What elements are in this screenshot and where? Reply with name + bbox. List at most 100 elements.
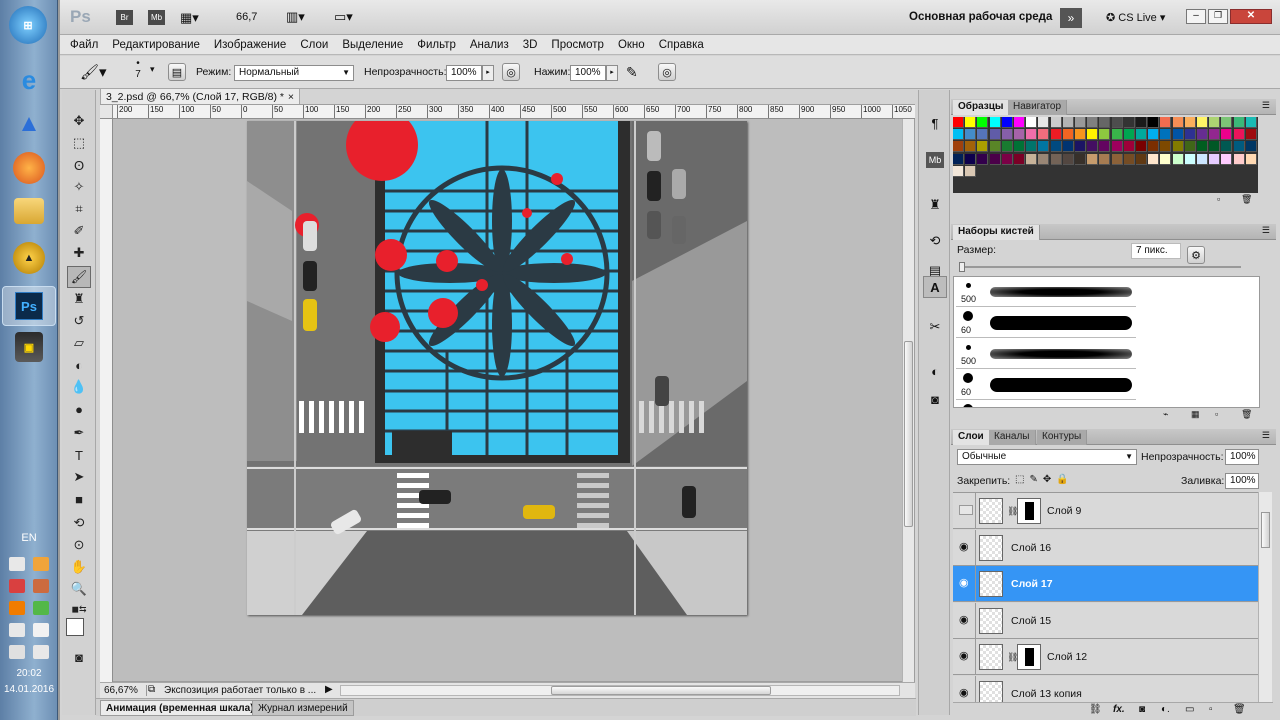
workspace-switcher[interactable]: Основная рабочая среда <box>909 11 1052 23</box>
history-brush-tool-icon[interactable]: ↺ <box>67 310 91 332</box>
color-swatch[interactable] <box>1197 129 1208 141</box>
minibridge-panel-icon[interactable]: Mb <box>926 152 944 168</box>
brush-picker-arrow-icon[interactable]: ▾ <box>150 64 155 75</box>
delete-layer-icon[interactable]: 🗑 <box>1233 704 1246 715</box>
tray-device-icon[interactable] <box>9 623 25 637</box>
menu-analysis[interactable]: Анализ <box>470 39 509 51</box>
flow-input[interactable]: 100% <box>570 65 606 81</box>
character-panel-icon[interactable]: A <box>923 276 947 298</box>
eye-icon[interactable]: ◉ <box>959 687 973 698</box>
brush-size-slider[interactable] <box>959 262 1241 272</box>
eye-icon[interactable]: ◉ <box>959 578 973 589</box>
color-swatch[interactable] <box>1245 129 1257 141</box>
shape-tool-icon[interactable]: ■ <box>67 488 91 510</box>
clone-stamp-tool-icon[interactable]: ♜ <box>67 288 91 310</box>
tab-swatches[interactable]: Образцы <box>953 100 1010 115</box>
layer-thumbnail[interactable] <box>979 571 1003 597</box>
color-swatch[interactable] <box>989 129 1001 141</box>
layer-thumbnail[interactable] <box>979 607 1003 634</box>
background-color-swatch[interactable] <box>66 618 84 636</box>
quick-selection-tool-icon[interactable]: ✧ <box>67 176 91 198</box>
brush-reset-icon[interactable]: ⚙ <box>1187 246 1205 264</box>
layers-scroll-thumb[interactable] <box>1261 512 1270 548</box>
brush-preset[interactable]: 500 <box>956 277 1136 307</box>
clock-time[interactable]: 20:02 <box>0 668 58 679</box>
color-swatch[interactable] <box>1160 153 1172 165</box>
color-swatch[interactable] <box>1233 141 1245 153</box>
color-swatch[interactable] <box>953 129 964 141</box>
menu-select[interactable]: Выделение <box>342 39 403 51</box>
layer-thumbnail[interactable] <box>979 534 1003 561</box>
layer-row[interactable]: ◉ ⛓ Слой 12 <box>953 639 1260 675</box>
color-swatch[interactable] <box>1038 129 1050 141</box>
brush-grid-icon[interactable]: ▦ <box>1191 409 1200 420</box>
color-swatch[interactable] <box>1172 117 1184 128</box>
brush-preset[interactable]: 60 <box>956 370 1136 400</box>
brush-size-input[interactable]: 7 пикс. <box>1131 243 1181 259</box>
3d-rotate-tool-icon[interactable]: ⟲ <box>67 512 91 534</box>
color-swatch[interactable] <box>953 165 964 177</box>
document-tab[interactable]: 3_2.psd @ 66,7% (Слой 17, RGB/8) * × <box>100 88 300 105</box>
tool-presets-panel-icon[interactable]: ✂ <box>923 316 947 338</box>
new-brush-icon[interactable]: ▫ <box>1215 409 1218 419</box>
paragraph-panel-icon[interactable]: ¶ <box>923 112 947 134</box>
dodge-tool-icon[interactable]: ● <box>67 398 91 420</box>
color-swatch[interactable] <box>1026 117 1038 128</box>
color-swatch[interactable] <box>953 153 964 165</box>
color-swatch[interactable] <box>1197 153 1208 165</box>
vertical-scroll-thumb[interactable] <box>904 341 913 527</box>
color-swatch[interactable] <box>1184 141 1196 153</box>
clock-date[interactable]: 14.01.2016 <box>0 684 58 695</box>
color-swatch[interactable] <box>965 129 977 141</box>
color-swatch[interactable] <box>1014 141 1025 153</box>
tray-tool-icon[interactable] <box>33 579 49 593</box>
color-swatch[interactable] <box>1099 117 1111 128</box>
flow-slider-arrow-icon[interactable]: ▸ <box>606 65 618 81</box>
color-swatch[interactable] <box>1111 141 1123 153</box>
layer-mask-thumbnail[interactable] <box>1017 644 1041 670</box>
color-swatch[interactable] <box>989 141 1001 153</box>
screen-mode-icon[interactable]: ▭▾ <box>334 9 353 25</box>
color-swatch[interactable] <box>1099 129 1111 141</box>
color-swatch[interactable] <box>1245 141 1257 153</box>
menu-filter[interactable]: Фильтр <box>417 39 456 51</box>
fill-input[interactable]: 100% <box>1225 473 1259 489</box>
new-swatch-icon[interactable]: ▫ <box>1217 194 1220 204</box>
status-menu-arrow-icon[interactable]: ▶ <box>325 684 333 695</box>
menu-layer[interactable]: Слои <box>300 39 328 51</box>
new-layer-icon[interactable]: ▫ <box>1209 704 1213 715</box>
status-zoom[interactable]: 66,67% <box>104 685 147 696</box>
more-workspaces-icon[interactable]: » <box>1060 8 1082 28</box>
color-swatch[interactable] <box>977 153 989 165</box>
color-swatch[interactable] <box>1184 153 1196 165</box>
photoshop-taskbar-button[interactable]: Ps <box>2 286 56 326</box>
layer-row[interactable]: ⛓ Слой 9 <box>953 493 1260 529</box>
color-swatch[interactable] <box>1099 141 1111 153</box>
color-swatch[interactable] <box>1050 129 1062 141</box>
color-swatch[interactable] <box>1160 129 1172 141</box>
tray-signal-icon[interactable] <box>33 623 49 637</box>
menu-view[interactable]: Просмотр <box>551 39 604 51</box>
color-swatch[interactable] <box>1001 153 1013 165</box>
canvas[interactable] <box>247 121 747 615</box>
brush-preset[interactable] <box>956 401 1136 407</box>
color-swatch[interactable] <box>1050 117 1062 128</box>
color-swatch[interactable] <box>1209 129 1221 141</box>
color-swatch[interactable] <box>1111 117 1123 128</box>
start-orb-icon[interactable]: ⊞ <box>9 6 47 44</box>
view-extras-icon[interactable]: ▦▾ <box>180 10 199 26</box>
color-swatch[interactable] <box>1075 129 1086 141</box>
tray-volume-icon[interactable] <box>33 645 49 659</box>
adjustments-panel-icon[interactable]: ◐ <box>923 360 947 382</box>
menu-image[interactable]: Изображение <box>214 39 286 51</box>
brush-tool-preset-icon[interactable]: 🖌▾ <box>80 63 107 81</box>
color-swatch[interactable] <box>1014 117 1025 128</box>
menu-help[interactable]: Справка <box>659 39 704 51</box>
language-indicator[interactable]: EN <box>0 532 58 544</box>
brush-preset[interactable]: 60 <box>956 308 1136 338</box>
color-swatch[interactable] <box>1136 129 1147 141</box>
color-swatch[interactable] <box>977 117 989 128</box>
zoom-tool-icon[interactable]: 🔍 <box>67 578 91 600</box>
color-swatch[interactable] <box>1136 153 1147 165</box>
lock-options-icons[interactable]: ⬚✎✥🔒 <box>1015 474 1074 485</box>
